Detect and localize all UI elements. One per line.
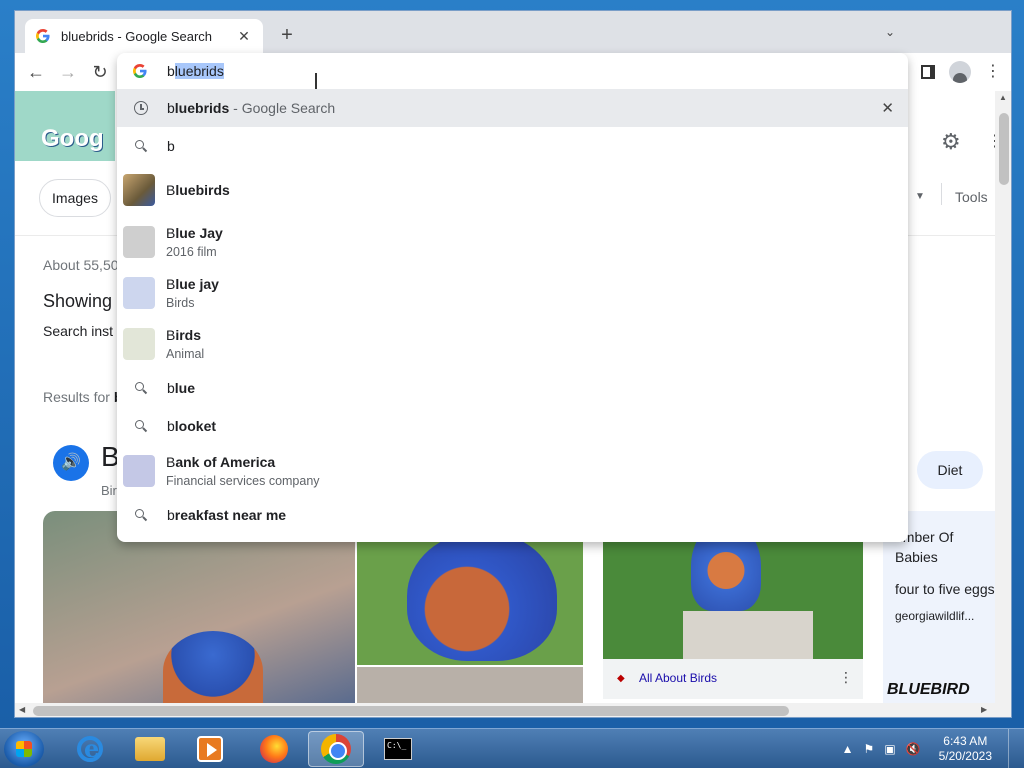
- google-icon: [35, 28, 51, 44]
- reload-icon[interactable]: ↻: [89, 61, 111, 83]
- bluebird-image-3[interactable]: [357, 667, 583, 703]
- network-icon[interactable]: ▣: [884, 742, 895, 756]
- search-icon: [131, 420, 151, 432]
- suggestion-search-b[interactable]: b: [117, 127, 908, 165]
- knowledge-panel-subtitle: Bir: [101, 483, 117, 498]
- internet-explorer-icon: [77, 734, 103, 763]
- tools-divider: [941, 183, 942, 205]
- command-prompt-icon: C:\_: [384, 738, 412, 760]
- google-doodle[interactable]: Goog: [15, 91, 115, 161]
- suggestion-birds[interactable]: Birds Animal: [117, 321, 908, 367]
- fact-value: four to five eggs: [895, 581, 995, 597]
- google-icon: [133, 64, 149, 78]
- back-arrow-icon[interactable]: ←: [25, 61, 47, 83]
- chrome-icon: [321, 734, 351, 764]
- taskbar-command-prompt[interactable]: C:\_: [370, 731, 426, 767]
- profile-avatar-icon[interactable]: [949, 61, 971, 83]
- taskbar-internet-explorer[interactable]: [62, 731, 118, 767]
- image-source-link[interactable]: ◆ All About Birds ⋮: [603, 659, 863, 699]
- blue-jay-birds-thumbnail: [123, 277, 155, 309]
- tools-button[interactable]: Tools: [955, 189, 988, 205]
- omnibox-dropdown: bluebrids bluebrids - Google Search ✕ b …: [117, 53, 908, 542]
- horizontal-scrollbar[interactable]: ◀ ▶: [15, 703, 1011, 717]
- bluebirds-thumbnail: [123, 174, 155, 206]
- search-icon: [131, 382, 151, 394]
- action-center-flag-icon[interactable]: ⚑: [864, 742, 875, 756]
- vertical-scroll-thumb[interactable]: [999, 113, 1009, 185]
- suggestion-history[interactable]: bluebrids - Google Search ✕: [117, 89, 908, 127]
- more-options-icon[interactable]: ⋮: [839, 669, 853, 686]
- suggestion-blooket[interactable]: blooket: [117, 407, 908, 445]
- chrome-menu-icon[interactable]: ⋮: [985, 64, 1001, 80]
- show-hidden-icons-icon[interactable]: ▲: [842, 742, 854, 756]
- media-player-icon: [197, 736, 223, 762]
- volume-muted-icon[interactable]: 🔇: [906, 742, 921, 756]
- images-filter-chip[interactable]: Images: [39, 179, 111, 217]
- doodle-logo-text: Goog: [41, 125, 104, 152]
- suggestion-bank-of-america[interactable]: Bank of America Financial services compan…: [117, 448, 908, 494]
- scroll-up-arrow-icon[interactable]: ▲: [999, 93, 1007, 102]
- suggestion-blue[interactable]: blue: [117, 369, 908, 407]
- blue-jay-film-thumbnail: [123, 226, 155, 258]
- tab-title: bluebrids - Google Search: [61, 28, 213, 44]
- folder-icon: [135, 737, 165, 761]
- horizontal-scroll-thumb[interactable]: [33, 706, 789, 716]
- scroll-right-arrow-icon[interactable]: ▶: [981, 705, 987, 714]
- taskbar-file-explorer[interactable]: [122, 731, 178, 767]
- remove-suggestion-icon[interactable]: ✕: [881, 99, 894, 117]
- tab-close-icon[interactable]: ✕: [235, 28, 253, 45]
- taskbar-chrome[interactable]: [308, 731, 364, 767]
- tab-google-search[interactable]: bluebrids - Google Search ✕: [25, 19, 263, 53]
- suggestion-blue-jay-birds[interactable]: Blue jay Birds: [117, 270, 908, 316]
- firefox-icon: [260, 735, 288, 763]
- taskbar: C:\_ ▲ ⚑ ▣ 🔇 6:43 AM 5/20/2023: [0, 728, 1024, 768]
- tab-search-chevron-icon[interactable]: ⌄: [885, 25, 895, 39]
- text-cursor-icon: [315, 73, 317, 89]
- spelling-correction-heading: Showing: [43, 291, 113, 311]
- fact-source[interactable]: georgiawildlif...: [895, 609, 995, 623]
- forward-arrow-icon[interactable]: →: [57, 61, 79, 83]
- results-for-label: Results for b: [43, 389, 122, 405]
- history-clock-icon: [131, 101, 151, 115]
- address-bar-text[interactable]: bluebrids: [167, 63, 224, 79]
- system-tray: ▲ ⚑ ▣ 🔇 6:43 AM 5/20/2023: [842, 729, 1020, 768]
- source-favicon-icon: ◆: [617, 673, 625, 684]
- fact-label: umber Of Babies: [895, 529, 954, 565]
- system-clock[interactable]: 6:43 AM 5/20/2023: [939, 734, 992, 764]
- suggestion-blue-jay-film[interactable]: Blue Jay 2016 film: [117, 219, 908, 265]
- caret-down-icon[interactable]: ▼: [915, 191, 925, 202]
- birds-thumbnail: [123, 328, 155, 360]
- suggestion-bluebirds[interactable]: Bluebirds: [117, 171, 908, 209]
- bank-of-america-thumbnail: [123, 455, 155, 487]
- scroll-left-arrow-icon[interactable]: ◀: [19, 705, 25, 714]
- settings-gear-icon[interactable]: ⚙: [941, 129, 961, 155]
- tab-strip: bluebrids - Google Search ✕ + ⌄: [15, 11, 1011, 53]
- search-instead-link[interactable]: Search inst: [43, 323, 113, 339]
- vertical-scrollbar[interactable]: ▲: [995, 91, 1011, 703]
- result-stats: About 55,50: [43, 257, 119, 273]
- taskbar-media-player[interactable]: [182, 731, 238, 767]
- suggestion-breakfast-near-me[interactable]: breakfast near me: [117, 496, 908, 534]
- start-button[interactable]: [4, 731, 44, 767]
- taskbar-firefox[interactable]: [246, 731, 302, 767]
- apps-menu-icon[interactable]: ⋮: [987, 131, 995, 151]
- new-tab-button[interactable]: +: [275, 23, 299, 47]
- show-desktop-button[interactable]: [1008, 729, 1020, 768]
- speaker-icon[interactable]: 🔊: [53, 445, 89, 481]
- address-bar[interactable]: bluebrids: [117, 53, 908, 89]
- side-panel-icon[interactable]: [921, 65, 935, 79]
- diet-chip[interactable]: Diet: [917, 451, 983, 489]
- search-icon: [131, 140, 151, 152]
- windows-logo-icon: [16, 741, 32, 757]
- search-icon: [131, 509, 151, 521]
- bluebird-watermark: BLUEBIRD: [887, 681, 970, 698]
